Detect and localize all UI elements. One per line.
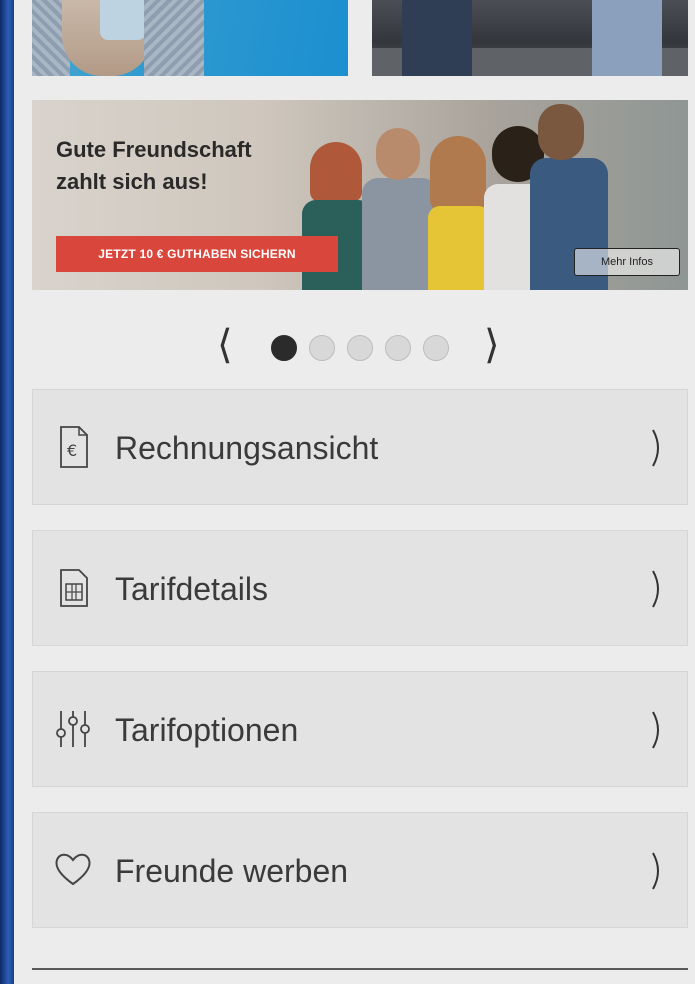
heart-icon	[55, 853, 91, 886]
sliders-icon	[56, 711, 90, 747]
menu-item-freunde-werben[interactable]: Freunde werben	[32, 812, 688, 928]
promo-banner[interactable]: Gute Freundschaft zahlt sich aus! JETZT …	[32, 100, 688, 290]
carousel-dot-5[interactable]	[423, 335, 449, 361]
banner-more-info-button[interactable]: Mehr Infos	[574, 248, 680, 276]
device-frame-edge	[0, 0, 14, 984]
menu-item-tarifoptionen[interactable]: Tarifoptionen	[32, 671, 688, 787]
sim-card-icon	[60, 569, 88, 607]
banner-title-line1: Gute Freundschaft	[56, 137, 252, 162]
banner-person	[430, 136, 486, 212]
banner-cta-button[interactable]: JETZT 10 € GUTHABEN SICHERN	[56, 236, 338, 272]
carousel-dot-3[interactable]	[347, 335, 373, 361]
carousel-dot-4[interactable]	[385, 335, 411, 361]
sleeve	[144, 0, 204, 76]
menu-item-tarifdetails[interactable]: Tarifdetails	[32, 530, 688, 646]
app-screen: Gute Freundschaft zahlt sich aus! JETZT …	[14, 0, 695, 984]
jeans-right	[592, 0, 662, 76]
menu-item-label: Freunde werben	[115, 853, 349, 889]
banner-person	[376, 128, 420, 180]
banner-title-line2: zahlt sich aus!	[56, 169, 208, 194]
chevron-right-icon	[652, 852, 659, 890]
jeans-left	[402, 0, 472, 76]
menu-item-label: Tarifdetails	[115, 571, 268, 607]
phone-image	[100, 0, 146, 40]
promo-thumbnail-friends[interactable]	[372, 0, 688, 76]
carousel-next-button[interactable]: ⟩	[484, 320, 500, 370]
menu-item-rechnungsansicht[interactable]: € Rechnungsansicht	[32, 389, 688, 505]
menu-item-label: Rechnungsansicht	[115, 430, 379, 466]
banner-title: Gute Freundschaft zahlt sich aus!	[56, 134, 336, 198]
svg-text:€: €	[67, 441, 77, 460]
carousel-dot-2[interactable]	[309, 335, 335, 361]
banner-person	[362, 178, 438, 290]
promo-thumbnail-phone[interactable]	[32, 0, 348, 76]
chevron-right-icon	[652, 711, 659, 749]
menu-item-label: Tarifoptionen	[115, 712, 299, 748]
banner-person	[428, 206, 490, 290]
carousel-dot-1[interactable]	[271, 335, 297, 361]
carousel-pager: ⟨ ⟩	[14, 310, 695, 380]
chevron-right-icon	[652, 570, 659, 608]
invoice-euro-icon: €	[60, 426, 88, 468]
carousel-prev-button[interactable]: ⟨	[217, 320, 233, 370]
bottom-divider	[32, 968, 688, 970]
banner-person	[538, 104, 584, 160]
chevron-right-icon	[652, 429, 659, 467]
